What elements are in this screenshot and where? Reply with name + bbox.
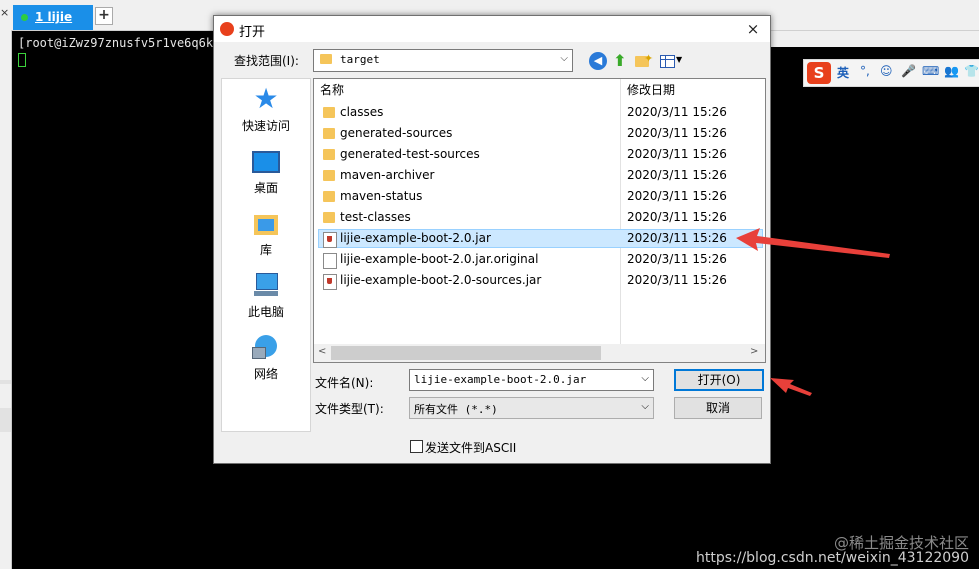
red-arrow-to-open (770, 378, 812, 396)
annotation-arrows (736, 228, 890, 396)
red-arrow-to-jar (736, 228, 890, 258)
watermark-csdn: https://blog.csdn.net/weixin_43122090 (695, 550, 969, 566)
